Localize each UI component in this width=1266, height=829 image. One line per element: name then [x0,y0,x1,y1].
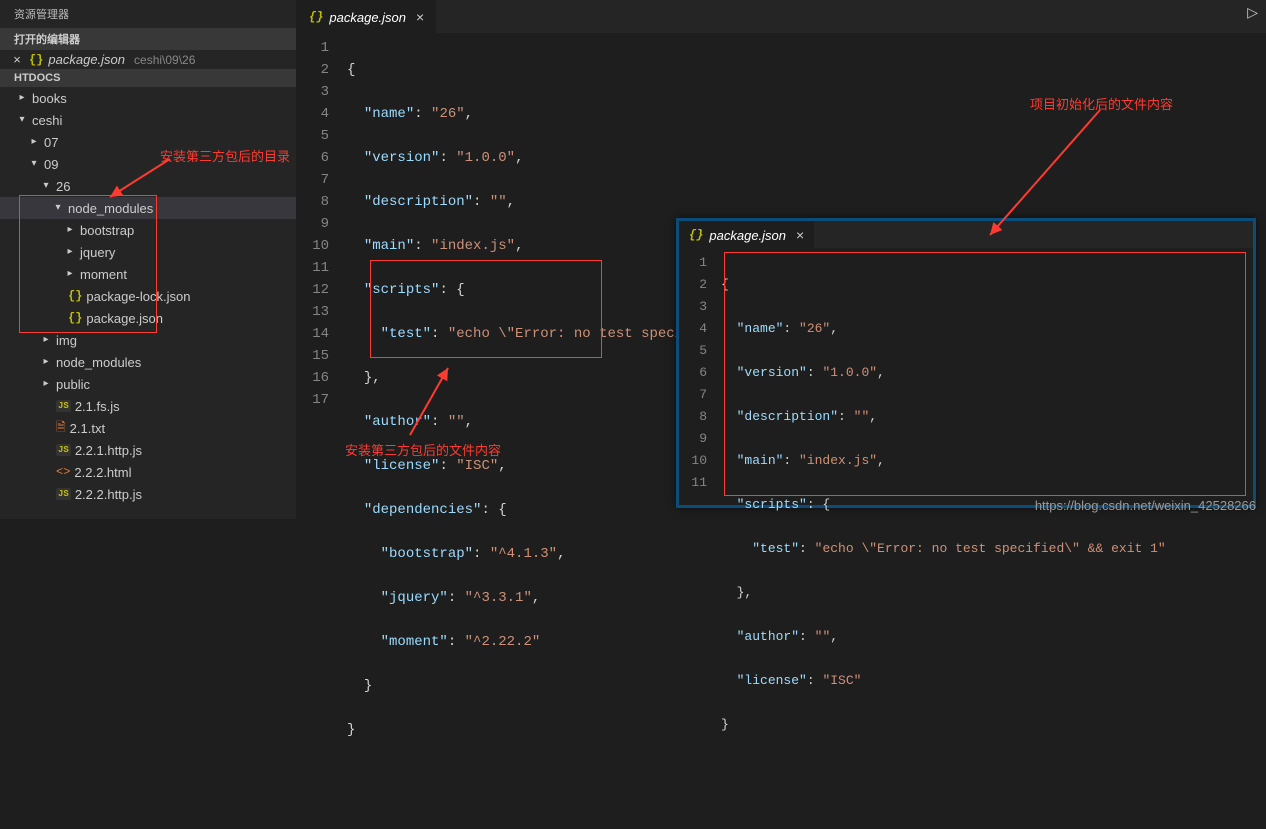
chevron-down-icon: ▾ [16,114,28,126]
line-gutter: 1234567891011121314151617 [297,37,347,829]
tree-folder-ceshi[interactable]: ▾ceshi [0,109,296,131]
file-icon: 🗎 [56,418,66,439]
chevron-right-icon: ▸ [16,92,28,104]
chevron-right-icon: ▸ [64,246,76,258]
explorer-title: 资源管理器 [0,0,296,28]
editor-tabbar: {} package.json × [297,0,1266,33]
inset-tabbar: {} package.json × [679,221,1253,248]
chevron-down-icon: ▾ [40,180,52,192]
run-icon[interactable]: ▷ [1247,4,1258,21]
chevron-right-icon: ▸ [40,334,52,346]
chevron-right-icon: ▸ [64,268,76,280]
file-tree: ▸books ▾ceshi ▸07 ▾09 ▾26 ▾node_modules … [0,87,296,519]
folder-root-header[interactable]: HTDOCS [0,69,296,87]
tree-file-222html[interactable]: <>2.2.2.html [0,461,296,483]
chevron-right-icon: ▸ [64,224,76,236]
tree-folder-node-modules-2[interactable]: ▸node_modules [0,351,296,373]
html-icon: <> [56,465,70,479]
json-icon: {} [309,10,323,24]
tree-file-221http[interactable]: JS2.2.1.http.js [0,439,296,461]
tree-folder-jquery[interactable]: ▸jquery [0,241,296,263]
js-icon: JS [56,444,71,456]
inset-editor: {} package.json × 1234567891011 { "name"… [676,218,1256,508]
open-editor-path: ceshi\09\26 [134,53,195,67]
explorer-sidebar: 资源管理器 打开的编辑器 × {} package.json ceshi\09\… [0,0,297,519]
tree-folder-moment[interactable]: ▸moment [0,263,296,285]
chevron-down-icon: ▾ [52,202,64,214]
inset-tab-filename: package.json [709,228,786,243]
js-icon: JS [56,488,71,500]
chevron-right-icon: ▸ [28,136,40,148]
json-icon: {} [29,53,43,67]
tree-file-21fs[interactable]: JS2.1.fs.js [0,395,296,417]
json-icon: {} [689,228,703,242]
tab-filename: package.json [329,10,406,25]
close-icon[interactable]: × [10,52,24,67]
close-icon[interactable]: × [796,227,804,243]
tree-folder-img[interactable]: ▸img [0,329,296,351]
tree-folder-books[interactable]: ▸books [0,87,296,109]
chevron-down-icon: ▾ [28,158,40,170]
tree-file-package-lock[interactable]: {}package-lock.json [0,285,296,307]
inset-code-editor[interactable]: 1234567891011 { "name": "26", "version":… [679,248,1253,780]
json-icon: {} [68,311,82,325]
inset-code-content[interactable]: { "name": "26", "version": "1.0.0", "des… [721,252,1253,780]
tree-folder-09[interactable]: ▾09 [0,153,296,175]
tree-folder-node-modules[interactable]: ▾node_modules [0,197,296,219]
tree-folder-26[interactable]: ▾26 [0,175,296,197]
tree-folder-public[interactable]: ▸public [0,373,296,395]
open-editor-filename: package.json [48,52,125,67]
watermark: https://blog.csdn.net/weixin_42528266 [1035,498,1256,513]
inset-tab[interactable]: {} package.json × [679,221,814,248]
tree-file-21txt[interactable]: 🗎2.1.txt [0,417,296,439]
inset-gutter: 1234567891011 [679,252,721,780]
tree-folder-07[interactable]: ▸07 [0,131,296,153]
chevron-right-icon: ▸ [40,378,52,390]
editor-tab[interactable]: {} package.json × [297,0,436,33]
tree-folder-bootstrap[interactable]: ▸bootstrap [0,219,296,241]
open-editors-header[interactable]: 打开的编辑器 [0,28,296,50]
tree-file-222http[interactable]: JS2.2.2.http.js [0,483,296,505]
js-icon: JS [56,400,71,412]
open-editor-item[interactable]: × {} package.json ceshi\09\26 [0,50,296,69]
chevron-right-icon: ▸ [40,356,52,368]
close-icon[interactable]: × [416,9,424,25]
json-icon: {} [68,289,82,303]
tree-file-package-json[interactable]: {}package.json [0,307,296,329]
